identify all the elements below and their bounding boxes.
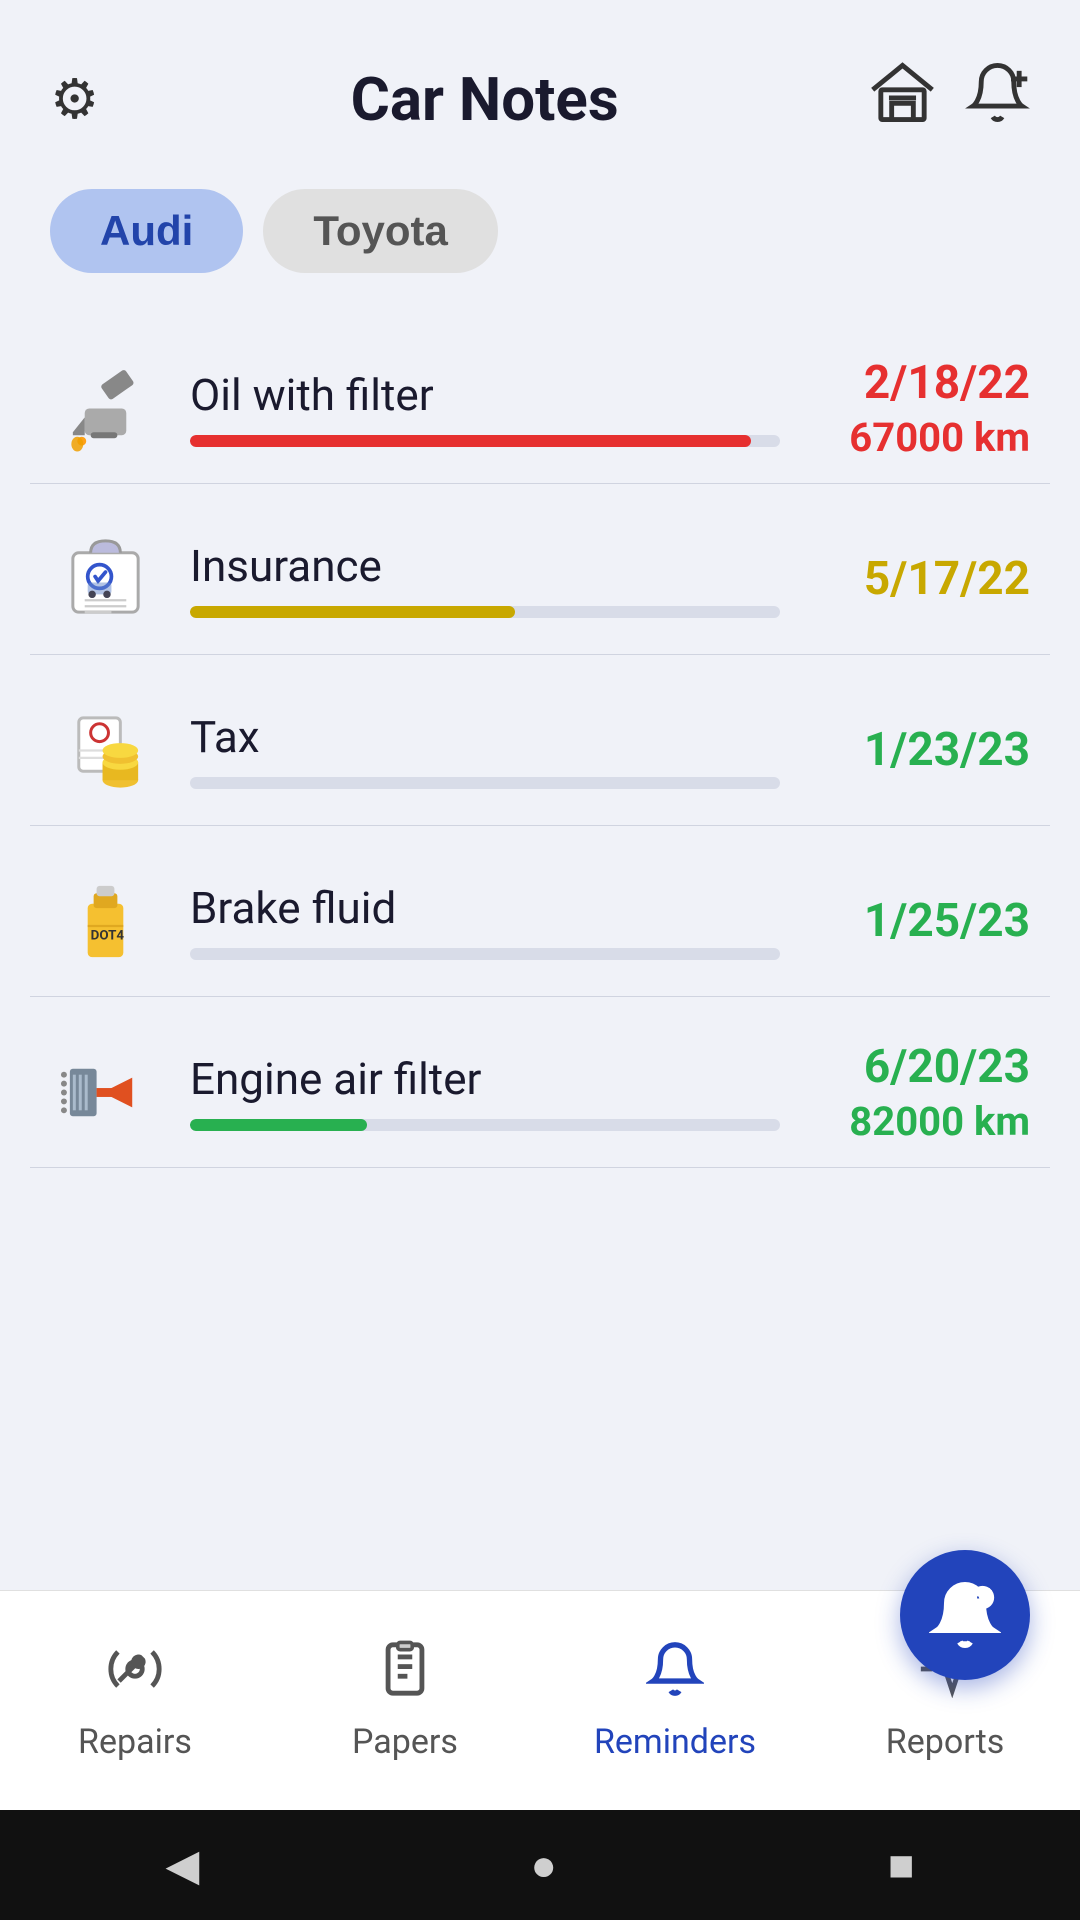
engine-air-filter-progress-bg: [190, 1119, 780, 1131]
reminders-icon: [646, 1640, 704, 1712]
settings-icon[interactable]: ⚙: [50, 67, 99, 132]
recent-button[interactable]: ■: [888, 1839, 915, 1891]
tab-toyota[interactable]: Toyota: [263, 189, 498, 273]
nav-repairs[interactable]: Repairs: [0, 1640, 270, 1762]
tab-audi[interactable]: Audi: [50, 189, 243, 273]
brake-fluid-name: Brake fluid: [190, 882, 780, 934]
oil-progress-fill: [190, 435, 751, 447]
home-button[interactable]: ●: [530, 1839, 557, 1891]
fab-add-reminder[interactable]: +: [900, 1550, 1030, 1680]
reminders-label: Reminders: [594, 1722, 756, 1762]
tax-icon: [50, 695, 160, 805]
add-reminder-header-icon[interactable]: [965, 60, 1030, 139]
oil-name: Oil with filter: [190, 369, 780, 421]
brake-fluid-date-text: 1/25/23: [810, 894, 1030, 948]
oil-icon: [50, 353, 160, 463]
insurance-icon: [50, 524, 160, 634]
repairs-label: Repairs: [78, 1722, 192, 1762]
oil-date-text: 2/18/22: [810, 356, 1030, 410]
engine-air-filter-icon: [50, 1037, 160, 1147]
insurance-name: Insurance: [190, 540, 780, 592]
tax-name: Tax: [190, 711, 780, 763]
engine-air-filter-content: Engine air filter: [190, 1053, 780, 1131]
reminder-brake-fluid[interactable]: DOT4 Brake fluid 1/25/23: [30, 826, 1050, 997]
oil-km-text: 67000 km: [810, 414, 1030, 461]
insurance-date: 5/17/22: [810, 552, 1030, 606]
nav-papers[interactable]: Papers: [270, 1640, 540, 1762]
oil-progress-bg: [190, 435, 780, 447]
reminder-list: Oil with filter 2/18/22 67000 km: [0, 313, 1080, 1590]
oil-date: 2/18/22 67000 km: [810, 356, 1030, 461]
svg-text:DOT4: DOT4: [90, 928, 124, 943]
reports-label: Reports: [886, 1722, 1005, 1762]
papers-label: Papers: [352, 1722, 458, 1762]
brake-fluid-progress-bg: [190, 948, 780, 960]
reminder-tax[interactable]: Tax 1/23/23: [30, 655, 1050, 826]
papers-icon: [376, 1640, 434, 1712]
brake-fluid-date: 1/25/23: [810, 894, 1030, 948]
engine-air-filter-progress-fill: [190, 1119, 367, 1131]
header: ⚙ Car Notes: [0, 0, 1080, 169]
back-button[interactable]: ◀: [166, 1839, 200, 1891]
brake-fluid-icon: DOT4: [50, 866, 160, 976]
android-navbar: ◀ ● ■: [0, 1810, 1080, 1920]
reminder-engine-air-filter[interactable]: Engine air filter 6/20/23 82000 km: [30, 997, 1050, 1168]
brake-fluid-content: Brake fluid: [190, 882, 780, 960]
engine-air-filter-km-text: 82000 km: [810, 1098, 1030, 1145]
reminder-insurance[interactable]: Insurance 5/17/22: [30, 484, 1050, 655]
app-title: Car Notes: [99, 64, 870, 135]
tax-content: Tax: [190, 711, 780, 789]
repairs-icon: [106, 1640, 164, 1712]
header-actions: [870, 60, 1030, 139]
engine-air-filter-date-text: 6/20/23: [810, 1040, 1030, 1094]
engine-air-filter-date: 6/20/23 82000 km: [810, 1040, 1030, 1145]
insurance-content: Insurance: [190, 540, 780, 618]
tax-progress-bg: [190, 777, 780, 789]
garage-icon[interactable]: [870, 60, 935, 139]
insurance-progress-bg: [190, 606, 780, 618]
tax-date: 1/23/23: [810, 723, 1030, 777]
insurance-progress-fill: [190, 606, 515, 618]
tax-date-text: 1/23/23: [810, 723, 1030, 777]
engine-air-filter-name: Engine air filter: [190, 1053, 780, 1105]
oil-content: Oil with filter: [190, 369, 780, 447]
car-tabs: Audi Toyota: [0, 169, 1080, 313]
reminder-oil[interactable]: Oil with filter 2/18/22 67000 km: [30, 313, 1050, 484]
insurance-date-text: 5/17/22: [810, 552, 1030, 606]
nav-reminders[interactable]: Reminders: [540, 1640, 810, 1762]
